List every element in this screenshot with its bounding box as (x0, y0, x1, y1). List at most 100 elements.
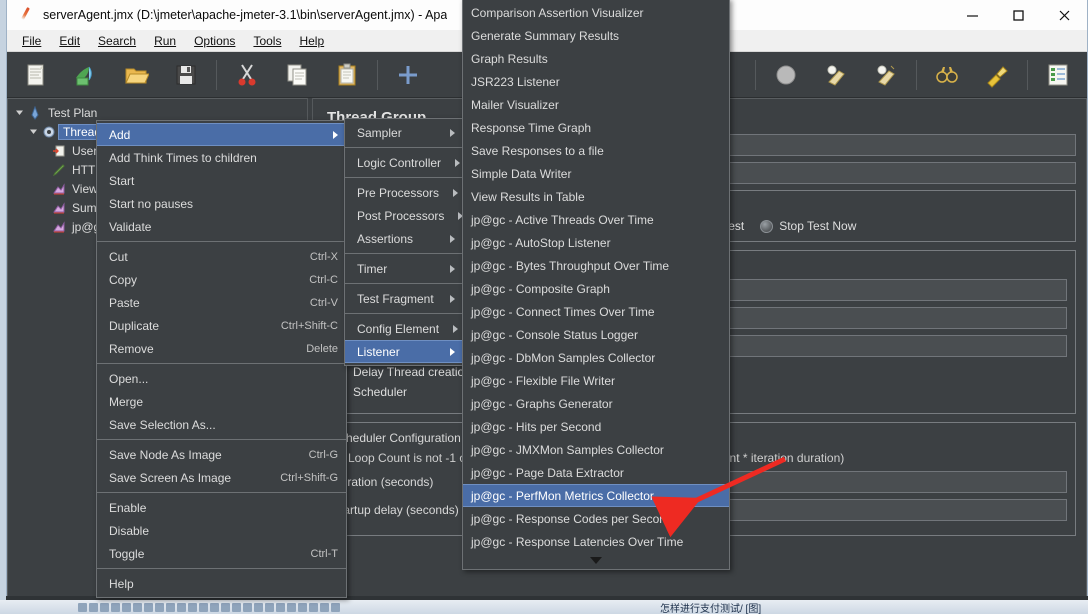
listener-item-bytes-throughput-over-time[interactable]: jp@gc - Bytes Throughput Over Time (463, 254, 729, 277)
context-item-copy[interactable]: Copy Ctrl-C (97, 268, 346, 291)
listener-item-generate-summary-results[interactable]: Generate Summary Results (463, 24, 729, 47)
search-button[interactable] (923, 57, 971, 93)
tray-icon[interactable] (309, 602, 318, 612)
add-item-sampler[interactable]: Sampler (345, 121, 463, 144)
listener-item-graphs-generator[interactable]: jp@gc - Graphs Generator (463, 392, 729, 415)
paste-button[interactable] (323, 57, 371, 93)
context-item-add-think-times[interactable]: Add Think Times to children (97, 146, 346, 169)
close-icon[interactable] (1041, 0, 1087, 30)
tray-icon[interactable] (89, 602, 98, 612)
tray-icon[interactable] (133, 602, 142, 612)
tray-icon[interactable] (265, 602, 274, 612)
menu-edit[interactable]: Edit (50, 32, 89, 50)
scroll-down-arrow-icon[interactable] (463, 553, 729, 567)
add-item-post-processors[interactable]: Post Processors (345, 204, 464, 227)
copy-button[interactable] (273, 57, 321, 93)
context-item-save-selection-as[interactable]: Save Selection As... (97, 413, 346, 436)
listener-item-view-results-in-table[interactable]: View Results in Table (463, 185, 729, 208)
context-item-disable[interactable]: Disable (97, 519, 346, 542)
listener-item-jsr223-listener[interactable]: JSR223 Listener (463, 70, 729, 93)
tray-icon[interactable] (199, 602, 208, 612)
menu-tools[interactable]: Tools (244, 32, 290, 50)
cut-button[interactable] (223, 57, 271, 93)
listener-item-active-threads-over-time[interactable]: jp@gc - Active Threads Over Time (463, 208, 729, 231)
context-item-duplicate[interactable]: Duplicate Ctrl+Shift-C (97, 314, 346, 337)
listener-item-response-latencies-over-time[interactable]: jp@gc - Response Latencies Over Time (463, 530, 729, 553)
listener-item-page-data-extractor[interactable]: jp@gc - Page Data Extractor (463, 461, 729, 484)
menu-help[interactable]: Help (290, 32, 333, 50)
expand-toggle-icon[interactable] (26, 127, 40, 136)
menu-search[interactable]: Search (89, 32, 145, 50)
listener-item-jmxmon-samples-collector[interactable]: jp@gc - JMXMon Samples Collector (463, 438, 729, 461)
save-button[interactable] (162, 57, 210, 93)
listener-item-perfmon-metrics-collector[interactable]: jp@gc - PerfMon Metrics Collector (463, 484, 729, 507)
context-item-open[interactable]: Open... (97, 367, 346, 390)
radio-stop-test-now[interactable] (760, 219, 774, 233)
listener-item-comparison-assertion-visualizer[interactable]: Comparison Assertion Visualizer (463, 1, 729, 24)
add-item-pre-processors[interactable]: Pre Processors (345, 181, 463, 204)
tray-icon[interactable] (100, 602, 109, 612)
listener-item-flexible-file-writer[interactable]: jp@gc - Flexible File Writer (463, 369, 729, 392)
listener-item-console-status-logger[interactable]: jp@gc - Console Status Logger (463, 323, 729, 346)
add-item-listener[interactable]: Listener (345, 340, 463, 363)
add-item-logic-controller[interactable]: Logic Controller (345, 151, 463, 174)
context-item-save-screen-as-image[interactable]: Save Screen As Image Ctrl+Shift-G (97, 466, 346, 489)
listener-item-autostop-listener[interactable]: jp@gc - AutoStop Listener (463, 231, 729, 254)
tray-icon[interactable] (188, 602, 197, 612)
menu-file[interactable]: File (13, 32, 50, 50)
clear-button[interactable] (812, 57, 860, 93)
context-item-save-node-as-image[interactable]: Save Node As Image Ctrl-G (97, 443, 346, 466)
listener-item-response-time-graph[interactable]: Response Time Graph (463, 116, 729, 139)
context-item-merge[interactable]: Merge (97, 390, 346, 413)
listener-item-connect-times-over-time[interactable]: jp@gc - Connect Times Over Time (463, 300, 729, 323)
listener-item-graph-results[interactable]: Graph Results (463, 47, 729, 70)
tray-icon[interactable] (155, 602, 164, 612)
tray-icon[interactable] (177, 602, 186, 612)
open-button[interactable] (112, 57, 160, 93)
tray-icon[interactable] (287, 602, 296, 612)
tray-icon[interactable] (331, 602, 340, 612)
new-test-plan-button[interactable] (12, 57, 60, 93)
tray-icon[interactable] (144, 602, 153, 612)
listener-item-hits-per-second[interactable]: jp@gc - Hits per Second (463, 415, 729, 438)
tray-icon[interactable] (298, 602, 307, 612)
expand-button[interactable] (384, 57, 432, 93)
tray-icon[interactable] (254, 602, 263, 612)
taskbar-news-text[interactable]: 怎样进行支付测试/ [图] (660, 600, 761, 614)
listener-item-simple-data-writer[interactable]: Simple Data Writer (463, 162, 729, 185)
context-item-enable[interactable]: Enable (97, 496, 346, 519)
context-item-paste[interactable]: Paste Ctrl-V (97, 291, 346, 314)
context-item-start[interactable]: Start (97, 169, 346, 192)
listener-item-save-responses-to-a-file[interactable]: Save Responses to a file (463, 139, 729, 162)
function-helper-button[interactable] (1034, 57, 1082, 93)
tray-icon[interactable] (122, 602, 131, 612)
context-item-add[interactable]: Add (97, 123, 346, 146)
stop-button[interactable] (762, 57, 810, 93)
listener-item-dbmon-samples-collector[interactable]: jp@gc - DbMon Samples Collector (463, 346, 729, 369)
listener-item-composite-graph[interactable]: jp@gc - Composite Graph (463, 277, 729, 300)
tray-icon[interactable] (78, 602, 87, 612)
add-item-test-fragment[interactable]: Test Fragment (345, 287, 463, 310)
menu-run[interactable]: Run (145, 32, 185, 50)
minimize-icon[interactable] (949, 0, 995, 30)
tray-icon[interactable] (243, 602, 252, 612)
templates-button[interactable] (62, 57, 110, 93)
maximize-icon[interactable] (995, 0, 1041, 30)
context-item-validate[interactable]: Validate (97, 215, 346, 238)
tray-icon[interactable] (320, 602, 329, 612)
context-item-help[interactable]: Help (97, 572, 346, 595)
context-item-toggle[interactable]: Toggle Ctrl-T (97, 542, 346, 565)
add-item-timer[interactable]: Timer (345, 257, 463, 280)
expand-toggle-icon[interactable] (12, 108, 26, 117)
tray-icon[interactable] (210, 602, 219, 612)
clear-all-button[interactable] (862, 57, 910, 93)
reset-search-button[interactable] (973, 57, 1021, 93)
tray-icon[interactable] (166, 602, 175, 612)
listener-item-mailer-visualizer[interactable]: Mailer Visualizer (463, 93, 729, 116)
menu-options[interactable]: Options (185, 32, 244, 50)
listener-item-response-codes-per-second[interactable]: jp@gc - Response Codes per Second (463, 507, 729, 530)
add-item-config-element[interactable]: Config Element (345, 317, 463, 340)
tray-icon[interactable] (111, 602, 120, 612)
tray-icon[interactable] (221, 602, 230, 612)
context-item-remove[interactable]: Remove Delete (97, 337, 346, 360)
